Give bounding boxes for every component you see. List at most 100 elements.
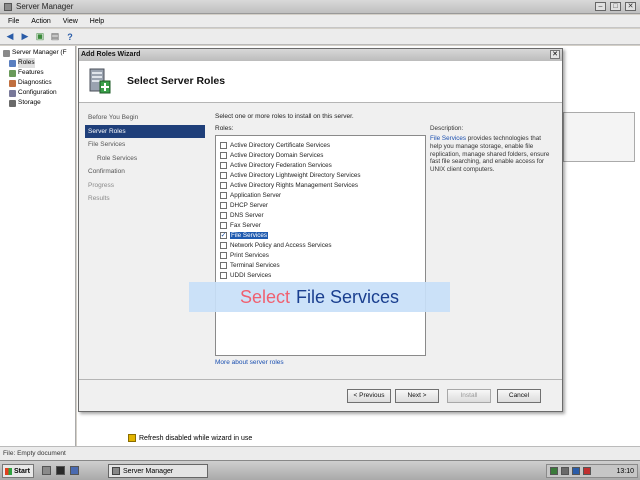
back-arrow-icon[interactable]: ◀ <box>4 31 16 43</box>
menu-bar: File Action View Help <box>0 15 640 28</box>
role-checkbox[interactable] <box>220 161 227 169</box>
show-desktop-icon[interactable] <box>70 466 79 475</box>
role-checkbox[interactable] <box>220 241 227 249</box>
command-prompt-icon[interactable] <box>56 466 65 475</box>
tree-item-roles[interactable]: Roles <box>0 58 75 68</box>
windows-logo-icon <box>5 467 12 475</box>
description-panel: Description: File Services provides tech… <box>430 125 554 174</box>
menu-file[interactable]: File <box>8 18 19 25</box>
forward-arrow-icon[interactable]: ▶ <box>19 31 31 43</box>
tree-item-diagnostics[interactable]: Diagnostics <box>0 78 75 88</box>
wizard-title: Add Roles Wizard <box>81 51 141 58</box>
configuration-icon <box>9 89 16 97</box>
role-row[interactable]: Active Directory Rights Management Servi… <box>220 180 425 190</box>
toolbar: ◀ ▶ ▣ ▤ ? <box>0 29 640 45</box>
role-checkbox[interactable] <box>220 261 227 269</box>
display-icon[interactable] <box>572 467 580 475</box>
role-checkbox[interactable] <box>220 201 227 209</box>
cancel-button[interactable]: Cancel <box>497 389 541 403</box>
maximize-button[interactable]: □ <box>610 2 621 11</box>
system-tray: 13:10 <box>546 464 638 478</box>
server-icon <box>3 49 10 57</box>
alert-icon[interactable] <box>583 467 591 475</box>
wizard-close-button[interactable]: ✕ <box>550 50 560 59</box>
role-row[interactable]: Terminal Services <box>220 260 425 270</box>
step-results: Results <box>88 195 110 202</box>
wizard-page-title: Select Server Roles <box>127 75 226 87</box>
role-checkbox-checked[interactable]: ✓ <box>220 231 227 239</box>
role-row[interactable]: Active Directory Federation Services <box>220 160 425 170</box>
step-before-you-begin[interactable]: Before You Begin <box>85 111 205 125</box>
role-row[interactable]: Application Server <box>220 190 425 200</box>
previous-button[interactable]: < Previous <box>347 389 391 403</box>
description-link[interactable]: File Services <box>430 135 466 142</box>
role-checkbox[interactable] <box>220 151 227 159</box>
role-row-file-services[interactable]: ✓ File Services <box>220 230 425 240</box>
role-checkbox[interactable] <box>220 191 227 199</box>
add-roles-wizard: Add Roles Wizard ✕ Select Server Roles B… <box>78 48 563 412</box>
step-confirmation[interactable]: Confirmation <box>85 165 205 179</box>
role-row[interactable]: UDDI Services <box>220 270 425 280</box>
step-server-roles[interactable]: Server Roles <box>85 124 205 138</box>
role-checkbox[interactable] <box>220 271 227 279</box>
server-manager-icon <box>112 467 120 475</box>
help-icon[interactable]: ? <box>64 31 76 43</box>
role-checkbox[interactable] <box>220 251 227 259</box>
clock[interactable]: 13:10 <box>616 468 634 475</box>
step-role-services[interactable]: Role Services <box>85 152 205 166</box>
tree-item-storage[interactable]: Storage <box>0 98 75 108</box>
role-row[interactable]: Active Directory Domain Services <box>220 150 425 160</box>
step-file-services[interactable]: File Services <box>85 138 205 152</box>
roles-icon <box>9 59 16 67</box>
server-manager-titlebar: Server Manager – □ ✕ <box>0 0 640 14</box>
role-row[interactable]: Fax Server <box>220 220 425 230</box>
network-icon[interactable] <box>550 467 558 475</box>
window-controls: – □ ✕ <box>595 2 636 11</box>
refresh-disabled-note: Refresh disabled while wizard in use <box>128 434 252 442</box>
next-button[interactable]: Next > <box>395 389 439 403</box>
taskbar-item-server-manager[interactable]: Server Manager <box>108 464 208 478</box>
role-row[interactable]: DNS Server <box>220 210 425 220</box>
role-checkbox[interactable] <box>220 221 227 229</box>
tree-item-configuration[interactable]: Configuration <box>0 88 75 98</box>
taskbar: Start Server Manager 13:10 <box>0 460 640 480</box>
caption-part2: File Services <box>296 286 400 307</box>
menu-help[interactable]: Help <box>90 18 104 25</box>
menu-action[interactable]: Action <box>31 18 50 25</box>
role-checkbox[interactable] <box>220 211 227 219</box>
wizard-main: Select one or more roles to install on t… <box>215 113 555 373</box>
minimize-button[interactable]: – <box>595 2 606 11</box>
status-bar: File: Empty document <box>0 446 640 460</box>
show-hide-tree-icon[interactable]: ▤ <box>49 31 61 43</box>
close-button[interactable]: ✕ <box>625 2 636 11</box>
wizard-titlebar: Add Roles Wizard ✕ <box>79 49 562 61</box>
tree-item-features[interactable]: Features <box>0 68 75 78</box>
more-about-server-roles-link[interactable]: More about server roles <box>215 359 284 366</box>
volume-icon[interactable] <box>561 467 569 475</box>
tree-item-server-manager[interactable]: Server Manager (F <box>0 48 75 58</box>
server-manager-quicklaunch-icon[interactable] <box>42 466 51 475</box>
role-row[interactable]: Print Services <box>220 250 425 260</box>
up-folder-icon[interactable]: ▣ <box>34 31 46 43</box>
role-checkbox[interactable] <box>220 181 227 189</box>
step-progress: Progress <box>88 181 115 189</box>
roles-list: Active Directory Certificate Services Ac… <box>215 135 426 356</box>
roles-label: Roles: <box>215 125 234 132</box>
menu-view[interactable]: View <box>63 18 78 25</box>
actions-pane-fragment <box>563 112 635 162</box>
caption-part1: Select <box>239 286 290 307</box>
start-button[interactable]: Start <box>2 464 34 478</box>
role-row[interactable]: Active Directory Lightweight Directory S… <box>220 170 425 180</box>
instruction-text: Select one or more roles to install on t… <box>215 113 354 120</box>
window-title: Server Manager <box>16 2 74 11</box>
wizard-header: Select Server Roles <box>79 61 562 103</box>
role-row[interactable]: Active Directory Certificate Services <box>220 140 425 150</box>
help-link-icon[interactable] <box>564 113 572 121</box>
role-checkbox[interactable] <box>220 141 227 149</box>
status-text: File: Empty document <box>3 450 66 457</box>
storage-icon <box>9 99 16 107</box>
tutorial-caption: Select File Services <box>189 282 450 312</box>
role-checkbox[interactable] <box>220 171 227 179</box>
role-row[interactable]: DHCP Server <box>220 200 425 210</box>
role-row[interactable]: Network Policy and Access Services <box>220 240 425 250</box>
